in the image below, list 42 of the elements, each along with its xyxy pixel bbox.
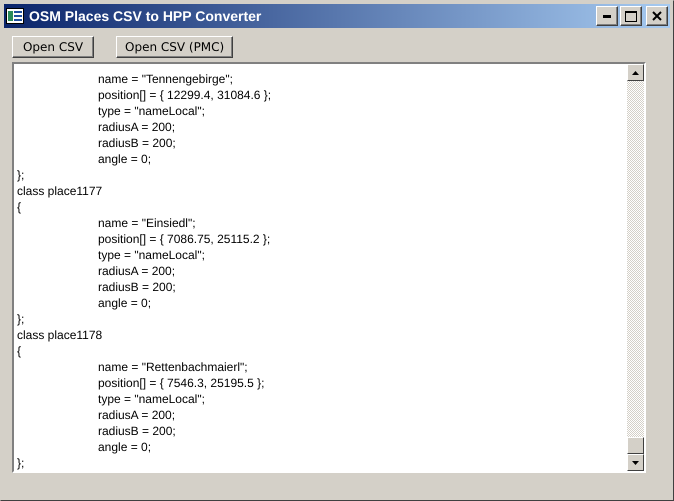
- app-icon: [6, 8, 24, 24]
- code-line: class place1177: [17, 184, 102, 198]
- scroll-up-button[interactable]: [627, 64, 644, 81]
- code-line: type = "nameLocal";: [97, 248, 205, 262]
- code-line: radiusA = 200;: [97, 120, 176, 134]
- code-line: name = "Rettenbachmaierl";: [97, 360, 248, 374]
- code-line: position[] = { 7086.75, 25115.2 };: [97, 232, 270, 246]
- open-csv-button[interactable]: Open CSV (PMC): [116, 36, 234, 58]
- scroll-down-button[interactable]: [627, 454, 644, 471]
- code-line: };: [17, 312, 24, 326]
- maximize-icon: [625, 10, 637, 22]
- minimize-icon: [603, 14, 611, 18]
- scrollbar[interactable]: [627, 64, 644, 471]
- code-line: {: [17, 344, 22, 358]
- code-line: {: [17, 200, 22, 214]
- minimize-button[interactable]: [596, 6, 618, 26]
- code-line: radiusB = 200;: [97, 136, 176, 150]
- code-line: name = "Einsiedl";: [97, 216, 196, 230]
- code-line: radiusA = 200;: [97, 408, 176, 422]
- code-line: angle = 0;: [97, 296, 152, 310]
- code-line: angle = 0;: [97, 152, 152, 166]
- scroll-thumb[interactable]: [627, 437, 644, 454]
- text-area[interactable]: [12, 62, 646, 473]
- code-line: name = "Tennengebirge";: [97, 72, 233, 86]
- maximize-button[interactable]: [620, 6, 642, 26]
- code-line: radiusA = 200;: [97, 264, 176, 278]
- code-line: class place1178: [17, 328, 102, 342]
- code-line: position[] = { 7546.3, 25195.5 };: [97, 376, 264, 390]
- code-line: type = "nameLocal";: [97, 104, 205, 118]
- close-icon: [652, 11, 662, 21]
- code-line: position[] = { 12299.4, 31084.6 };: [97, 88, 272, 102]
- code-line: };: [17, 168, 24, 182]
- code-line: type = "nameLocal";: [97, 392, 205, 406]
- close-button[interactable]: [646, 6, 668, 26]
- down-arrow-icon: [632, 460, 639, 464]
- code-line: angle = 0;: [97, 440, 152, 454]
- window-title: OSM Places CSV to HPP Converter: [29, 8, 262, 24]
- up-arrow-icon: [632, 70, 639, 74]
- code-line: radiusB = 200;: [97, 424, 176, 438]
- code-line: radiusB = 200;: [97, 280, 176, 294]
- open-csv-button[interactable]: Open CSV: [12, 36, 94, 58]
- code-line: };: [17, 456, 24, 470]
